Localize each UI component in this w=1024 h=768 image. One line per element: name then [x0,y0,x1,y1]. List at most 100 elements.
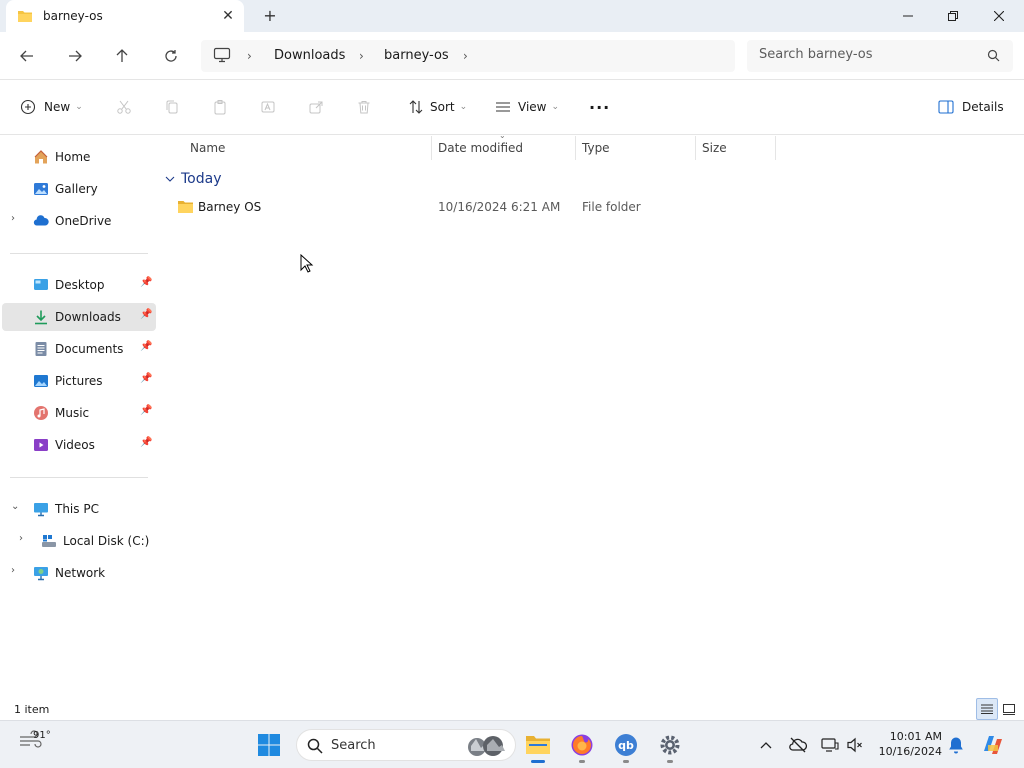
column-separator[interactable] [431,136,432,160]
notifications-button[interactable] [946,735,966,755]
sort-button[interactable]: Sort ⌄ [408,94,467,120]
delete-button[interactable] [356,94,372,120]
taskbar-file-explorer[interactable] [522,729,554,761]
taskbar-settings[interactable] [654,729,686,761]
table-row[interactable]: Barney OS 10/16/2024 6:21 AM File folder [166,195,776,219]
forward-button[interactable] [63,44,87,68]
taskbar: 91° Search qb 10:01 AM 10/16/2024 [0,720,1024,768]
details-view-toggle[interactable] [976,698,998,720]
group-header-today[interactable]: Today [164,168,222,190]
breadcrumb-separator[interactable]: › [463,49,468,63]
more-options-button[interactable]: ··· [589,94,610,120]
column-separator[interactable] [695,136,696,160]
new-button[interactable]: New ⌄ [20,94,83,120]
paste-button[interactable] [212,94,228,120]
chevron-down-icon[interactable]: ⌄ [11,501,19,512]
column-header-size[interactable]: Size [702,141,727,165]
view-icon [496,102,510,112]
pin-icon[interactable]: 📌 [140,341,152,352]
nav-item-music[interactable]: Music 📌 [2,399,156,427]
breadcrumb[interactable]: › Downloads › barney-os › [201,40,735,72]
chevron-down-icon: ⌄ [551,102,560,112]
taskbar-qbittorrent[interactable]: qb [610,729,642,761]
nav-item-home[interactable]: Home [2,143,156,171]
folder-icon [526,736,550,754]
taskbar-search-label: Search [331,738,376,753]
tray-display[interactable] [820,735,840,755]
copy-button[interactable] [164,94,180,120]
column-separator[interactable] [775,136,776,160]
show-hidden-icons-button[interactable] [756,735,776,755]
taskbar-search[interactable]: Search [296,729,516,761]
file-type: File folder [582,200,641,214]
nav-item-documents[interactable]: Documents 📌 [2,335,156,363]
thumbnail-view-toggle[interactable] [998,698,1020,720]
chevron-right-icon[interactable]: › [19,533,23,544]
close-window-button[interactable] [976,0,1022,32]
close-tab-button[interactable]: ✕ [218,6,238,26]
nav-label: Documents [55,342,124,356]
pc-icon [34,503,48,517]
breadcrumb-downloads[interactable]: Downloads [274,48,345,63]
bell-icon [949,737,963,754]
start-button[interactable] [253,729,285,761]
search-icon[interactable] [987,49,1000,65]
view-button[interactable]: View ⌄ [495,94,559,120]
nav-item-local-disk[interactable]: › Local Disk (C:) [2,527,156,555]
up-button[interactable] [110,44,134,68]
chevron-right-icon[interactable]: › [11,213,15,224]
back-button[interactable] [15,44,39,68]
new-tab-button[interactable]: + [260,6,280,26]
restore-button[interactable] [930,0,976,32]
column-header-name[interactable]: Name [190,141,225,165]
copilot-button[interactable] [980,733,1006,757]
cloud-offline-icon [789,737,807,753]
column-header-date-modified[interactable]: Date modified [438,141,523,165]
nav-item-downloads[interactable]: Downloads 📌 [2,303,156,331]
nav-item-this-pc[interactable]: ⌄ This PC [2,495,156,523]
chevron-right-icon[interactable]: › [11,565,15,576]
nav-item-pictures[interactable]: Pictures 📌 [2,367,156,395]
refresh-button[interactable] [159,44,183,68]
tray-cloud-offline[interactable] [788,735,808,755]
rename-button[interactable] [260,94,276,120]
file-date-modified: 10/16/2024 6:21 AM [438,200,561,214]
nav-item-onedrive[interactable]: › OneDrive [2,207,156,235]
network-icon [34,567,48,581]
sort-icon [409,100,423,114]
details-button[interactable]: Details [938,94,1004,120]
pin-icon[interactable]: 📌 [140,309,152,320]
breadcrumb-separator[interactable]: › [247,49,252,63]
search-box[interactable] [747,40,1013,72]
column-separator[interactable] [575,136,576,160]
nav-item-videos[interactable]: Videos 📌 [2,431,156,459]
pin-icon[interactable]: 📌 [140,373,152,384]
nav-item-desktop[interactable]: Desktop 📌 [2,271,156,299]
pin-icon[interactable]: 📌 [140,277,152,288]
file-name[interactable]: Barney OS [198,200,261,214]
search-input[interactable] [759,47,979,62]
cut-button[interactable] [116,94,132,120]
share-button[interactable] [308,94,324,120]
clock[interactable]: 10:01 AM 10/16/2024 [872,729,942,759]
breadcrumb-separator[interactable]: › [359,49,364,63]
music-icon [34,406,48,420]
column-header-type[interactable]: Type [582,141,610,165]
pin-icon[interactable]: 📌 [140,437,152,448]
pin-icon[interactable]: 📌 [140,405,152,416]
breadcrumb-barney-os[interactable]: barney-os [384,48,449,63]
folder-icon [178,201,193,213]
download-icon [35,310,47,325]
arrow-right-icon [69,50,82,62]
nav-item-gallery[interactable]: Gallery [2,175,156,203]
running-indicator [579,760,585,763]
title-bar: barney-os ✕ + [0,0,1024,32]
tab-barney-os[interactable]: barney-os ✕ [6,0,244,32]
tray-volume-muted[interactable] [845,735,865,755]
nav-item-network[interactable]: › Network [2,559,156,587]
nav-label: Pictures [55,374,103,388]
taskbar-firefox[interactable] [566,729,598,761]
minimize-button[interactable] [885,0,931,32]
monitor-icon[interactable] [213,47,231,66]
firefox-icon [571,734,593,756]
